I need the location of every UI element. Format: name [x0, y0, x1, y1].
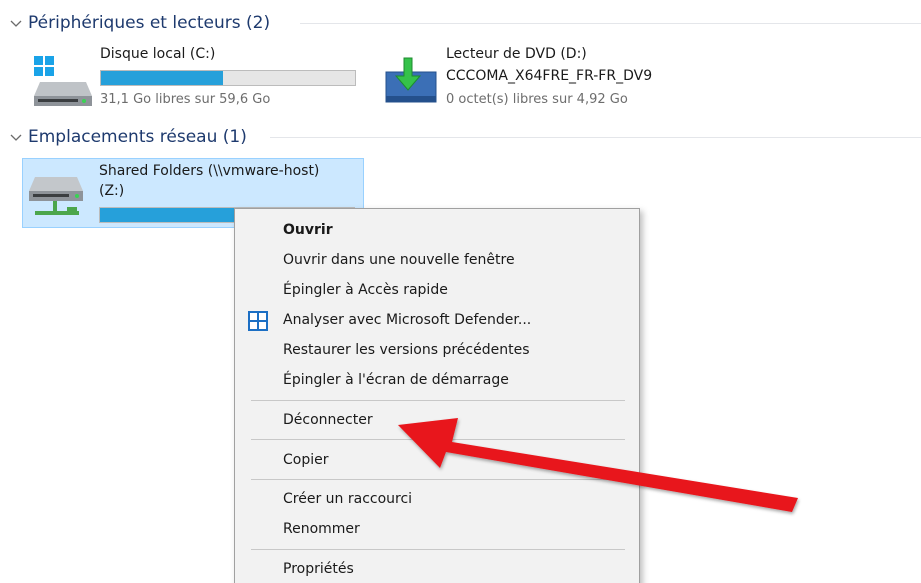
dvd-drive-icon: [385, 57, 437, 103]
menu-item-rename[interactable]: Renommer: [237, 514, 637, 544]
menu-item-label: Analyser avec Microsoft Defender...: [283, 312, 532, 328]
menu-item-open-new-window[interactable]: Ouvrir dans une nouvelle fenêtre: [237, 245, 637, 275]
chevron-down-icon: [10, 134, 22, 141]
capacity-bar-c: [100, 70, 356, 86]
menu-item-create-shortcut[interactable]: Créer un raccourci: [237, 484, 637, 514]
menu-item-restore-versions[interactable]: Restaurer les versions précédentes: [237, 335, 637, 365]
drive-name-c: Disque local (C:): [100, 46, 216, 62]
chevron-down-icon: [10, 20, 22, 27]
file-explorer-this-pc: Périphériques et lecteurs (2) Disque loc…: [0, 0, 921, 583]
menu-item-pin-start[interactable]: Épingler à l'écran de démarrage: [237, 365, 637, 395]
drive-tile-c[interactable]: Disque local (C:) 31,1 Go libres sur 59,…: [24, 46, 364, 118]
menu-item-scan-defender[interactable]: Analyser avec Microsoft Defender...: [237, 305, 637, 335]
windows-drive-icon: [34, 56, 92, 106]
menu-item-pin-quick-access[interactable]: Épingler à Accès rapide: [237, 275, 637, 305]
menu-item-label: Déconnecter: [283, 412, 373, 428]
menu-item-label: Copier: [283, 452, 329, 468]
menu-separator: [251, 479, 625, 480]
drive-name-z: Shared Folders (\\vmware-host): [99, 163, 320, 179]
group-title-network: Emplacements réseau (1): [28, 127, 247, 147]
menu-separator: [251, 549, 625, 550]
menu-item-label: Ouvrir dans une nouvelle fenêtre: [283, 252, 515, 268]
drive-volume-label-d: CCCOMA_X64FRE_FR-FR_DV9: [446, 68, 653, 84]
group-title-devices: Périphériques et lecteurs (2): [28, 13, 271, 33]
capacity-fill-c: [101, 71, 223, 85]
network-drive-icon: [29, 177, 83, 215]
drive-letter-z: (Z:): [99, 183, 125, 199]
menu-item-label: Épingler à Accès rapide: [283, 282, 448, 298]
menu-separator: [251, 439, 625, 440]
menu-item-label: Restaurer les versions précédentes: [283, 342, 530, 358]
menu-item-label: Renommer: [283, 521, 360, 537]
menu-item-properties[interactable]: Propriétés: [237, 554, 637, 583]
menu-item-disconnect[interactable]: Déconnecter: [237, 405, 637, 435]
menu-item-label: Ouvrir: [283, 222, 333, 238]
group-header-network[interactable]: Emplacements réseau (1): [8, 122, 921, 152]
group-divider: [300, 23, 921, 24]
group-divider: [270, 137, 921, 138]
defender-shield-icon: [248, 311, 268, 331]
menu-item-label: Propriétés: [283, 561, 354, 577]
drive-name-d: Lecteur de DVD (D:): [446, 46, 587, 62]
capacity-fill-z: [100, 208, 253, 222]
menu-item-label: Créer un raccourci: [283, 491, 413, 507]
menu-separator: [251, 400, 625, 401]
menu-item-label: Épingler à l'écran de démarrage: [283, 372, 509, 388]
drive-space-info-d: 0 octet(s) libres sur 4,92 Go: [446, 92, 628, 107]
context-menu: Ouvrir Ouvrir dans une nouvelle fenêtre …: [234, 208, 640, 583]
group-header-devices[interactable]: Périphériques et lecteurs (2): [8, 8, 921, 38]
menu-item-copy[interactable]: Copier: [237, 445, 637, 475]
drive-tile-d[interactable]: Lecteur de DVD (D:) CCCOMA_X64FRE_FR-FR_…: [370, 46, 710, 118]
menu-item-open[interactable]: Ouvrir: [237, 215, 637, 245]
drive-space-info-c: 31,1 Go libres sur 59,6 Go: [100, 92, 271, 107]
